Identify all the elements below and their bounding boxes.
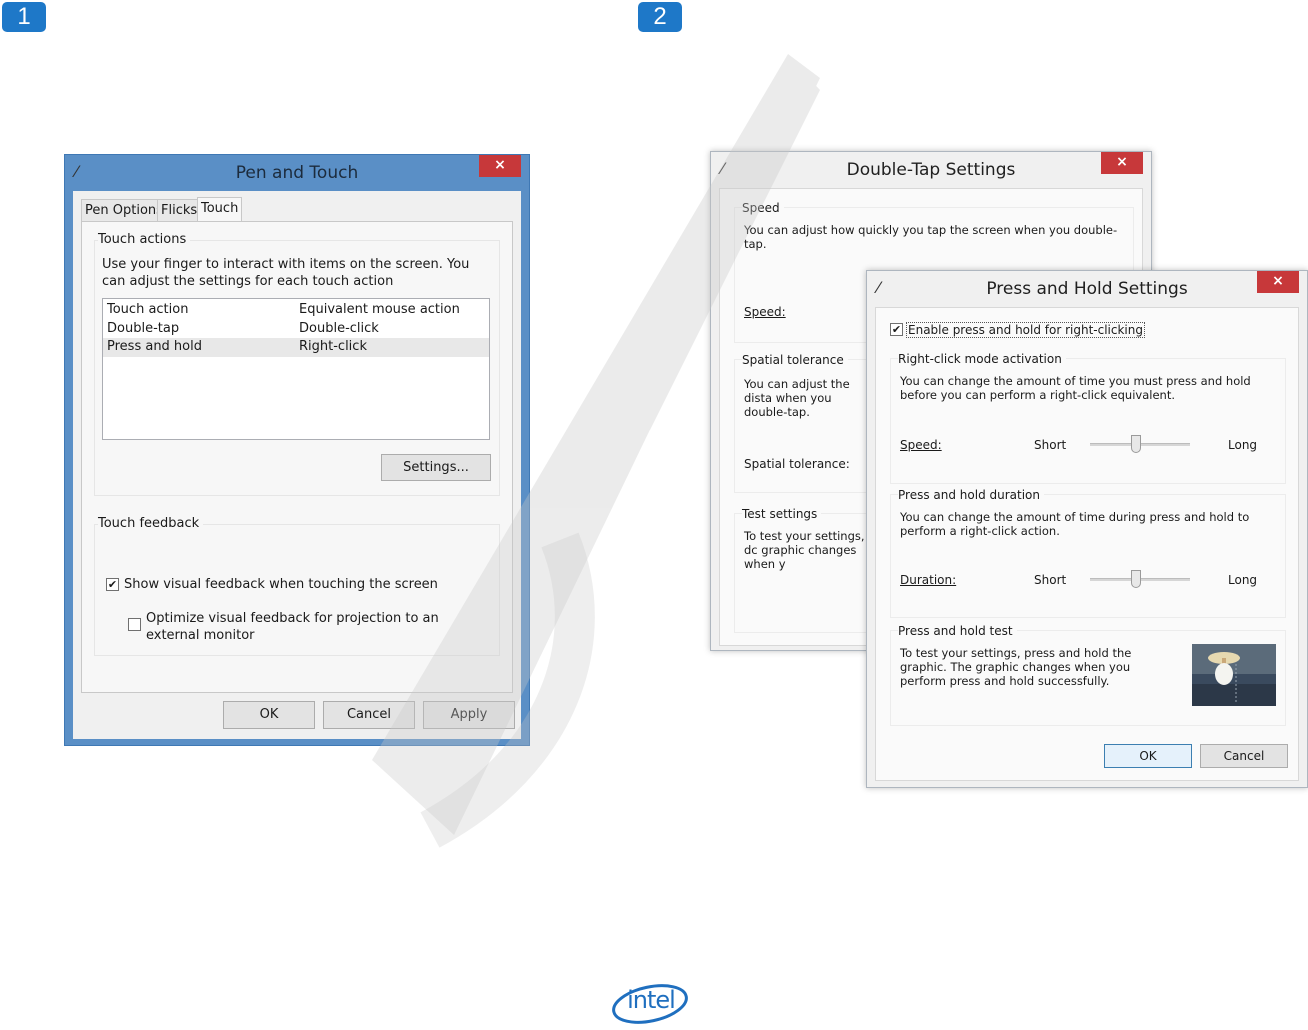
speed-label: Speed:	[744, 305, 786, 319]
column-header-mouse-action: Equivalent mouse action	[299, 302, 460, 317]
press-hold-duration-description: You can change the amount of time during…	[900, 510, 1250, 538]
duration-slider[interactable]	[1090, 569, 1190, 591]
touch-actions-heading: Touch actions	[98, 232, 191, 247]
press-and-hold-dialog: ⁄ Press and Hold Settings × ✔ Enable pre…	[866, 270, 1308, 788]
optimize-visual-feedback-label: Optimize visual feedback for projection …	[146, 611, 439, 643]
speed-heading: Speed	[742, 201, 784, 215]
apply-button[interactable]: Apply	[423, 701, 515, 729]
close-button[interactable]: ×	[479, 155, 521, 177]
table-row[interactable]: Double-tap Double-click	[103, 319, 489, 337]
press-and-hold-titlebar: ⁄ Press and Hold Settings ×	[867, 271, 1307, 305]
ok-button[interactable]: OK	[223, 701, 315, 729]
row-mouse-action: Double-click	[299, 321, 379, 336]
dialog-title: Pen and Touch	[235, 163, 359, 183]
speed-description: You can adjust how quickly you tap the s…	[744, 223, 1118, 251]
duration-label: Duration:	[900, 573, 957, 587]
slider-thumb[interactable]	[1131, 435, 1141, 453]
row-touch-action: Double-tap	[107, 321, 180, 336]
close-icon: ×	[1272, 273, 1284, 289]
touch-actions-description: Use your finger to interact with items o…	[102, 257, 470, 289]
tab-panel: Touch actions Use your finger to interac…	[81, 221, 513, 693]
tab-flicks[interactable]: Flicks	[157, 199, 202, 221]
row-mouse-action: Right-click	[299, 339, 367, 354]
checkmark-icon: ✔	[107, 578, 118, 591]
step-2-badge: 2	[638, 2, 682, 32]
press-and-hold-client: ✔ Enable press and hold for right-clicki…	[875, 307, 1299, 781]
cancel-button[interactable]: Cancel	[1200, 744, 1288, 768]
column-header-touch-action: Touch action	[107, 302, 189, 317]
tab-touch[interactable]: Touch	[197, 197, 243, 221]
press-hold-test-description: To test your settings, press and hold th…	[900, 646, 1132, 688]
close-button[interactable]: ×	[1257, 271, 1299, 293]
spatial-tolerance-description: You can adjust the dista when you double…	[744, 377, 850, 419]
checkmark-icon: ✔	[891, 323, 902, 336]
test-settings-heading: Test settings	[742, 507, 822, 521]
enable-press-hold-checkbox[interactable]: ✔	[890, 323, 903, 336]
pen-and-touch-dialog: ⁄ Pen and Touch × Pen Options Flicks Tou…	[64, 154, 530, 746]
duration-min-label: Short	[1034, 573, 1067, 587]
duration-max-label: Long	[1228, 573, 1258, 587]
show-visual-feedback-checkbox[interactable]: ✔	[106, 578, 119, 591]
step-1-badge: 1	[2, 2, 46, 32]
right-click-activation-description: You can change the amount of time you mu…	[900, 374, 1251, 402]
dialog-title: Double-Tap Settings	[846, 160, 1016, 180]
spatial-tolerance-label: Spatial tolerance:	[744, 457, 850, 471]
show-visual-feedback-label: Show visual feedback when touching the s…	[124, 577, 438, 592]
touch-actions-list[interactable]: Touch action Equivalent mouse action Dou…	[102, 298, 490, 440]
intel-logo: intel	[610, 980, 690, 1026]
intel-logo-text: intel	[627, 986, 676, 1014]
enable-press-hold-label: Enable press and hold for right-clicking	[906, 322, 1145, 338]
close-button[interactable]: ×	[1101, 152, 1143, 174]
pen-and-touch-client: Pen Options Flicks Touch Touch actions U…	[73, 191, 521, 739]
table-row-selected[interactable]: Press and hold Right-click	[103, 338, 489, 357]
slider-thumb[interactable]	[1131, 570, 1141, 588]
tab-strip: Pen Options Flicks Touch	[81, 197, 513, 221]
light-bulb-icon	[1192, 644, 1276, 706]
close-icon: ×	[494, 157, 506, 173]
optimize-visual-feedback-checkbox[interactable]	[128, 618, 141, 631]
test-settings-description: To test your settings, dc graphic change…	[744, 529, 865, 571]
ok-button[interactable]: OK	[1104, 744, 1192, 768]
activation-min-label: Short	[1034, 438, 1067, 452]
right-click-activation-heading: Right-click mode activation	[898, 352, 1066, 366]
press-hold-test-graphic[interactable]	[1192, 644, 1276, 706]
activation-speed-slider[interactable]	[1090, 434, 1190, 456]
spatial-tolerance-heading: Spatial tolerance	[742, 353, 848, 367]
dialog-title: Press and Hold Settings	[986, 279, 1188, 299]
row-touch-action: Press and hold	[107, 339, 202, 354]
close-icon: ×	[1116, 154, 1128, 170]
press-hold-duration-heading: Press and hold duration	[898, 488, 1044, 502]
activation-speed-label: Speed:	[900, 438, 942, 452]
settings-button[interactable]: Settings...	[381, 454, 491, 481]
touch-feedback-heading: Touch feedback	[98, 516, 204, 531]
double-tap-titlebar: ⁄ Double-Tap Settings ×	[711, 152, 1151, 186]
pen-and-touch-titlebar: ⁄ Pen and Touch ×	[65, 155, 529, 189]
tab-pen-options[interactable]: Pen Options	[81, 199, 167, 221]
press-hold-test-heading: Press and hold test	[898, 624, 1017, 638]
cancel-button[interactable]: Cancel	[323, 701, 415, 729]
activation-max-label: Long	[1228, 438, 1258, 452]
